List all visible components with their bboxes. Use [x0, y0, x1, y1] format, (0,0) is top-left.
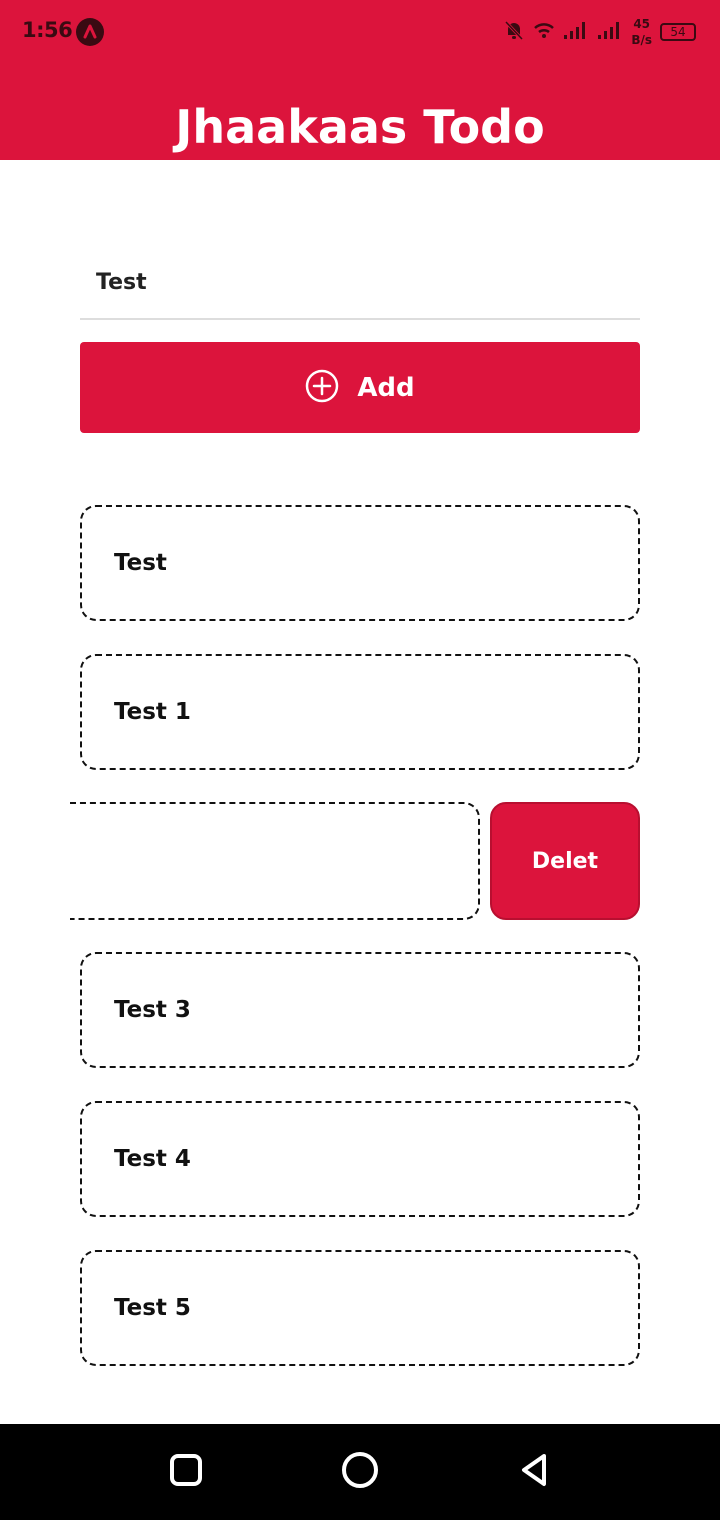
network-speed-value: 45	[633, 17, 651, 31]
network-speed-unit: B/s	[631, 33, 652, 47]
todo-item[interactable]: Test 4	[80, 1101, 640, 1217]
add-button-label: Add	[357, 372, 415, 403]
circle-icon	[340, 1450, 380, 1494]
todo-item[interactable]: Test	[80, 505, 640, 621]
signal-icon-2	[597, 19, 623, 45]
delete-button-label: Delet	[531, 848, 599, 874]
triangle-back-icon	[516, 1452, 552, 1492]
todo-item-text: Test 3	[114, 997, 191, 1023]
status-time: 1:56	[22, 18, 73, 42]
todo-input[interactable]	[80, 246, 640, 320]
delete-button[interactable]: Delet	[490, 802, 640, 920]
todo-item[interactable]: Test 1	[80, 654, 640, 770]
battery-icon: 54	[660, 23, 696, 41]
app-notification-icon	[76, 18, 104, 46]
todo-item[interactable]: Test 3	[80, 952, 640, 1068]
swiped-todo-item[interactable]	[70, 802, 480, 920]
home-button[interactable]	[336, 1448, 384, 1496]
todo-item-text: Test	[114, 550, 167, 576]
plus-circle-icon	[305, 369, 339, 407]
signal-icon-1	[563, 19, 589, 45]
network-speed: 45 B/s	[631, 16, 652, 48]
wifi-icon	[533, 19, 555, 45]
page-title: Jhaakaas Todo	[175, 100, 545, 154]
back-button[interactable]	[510, 1448, 558, 1496]
todo-item-text: Test 1	[114, 699, 191, 725]
status-icons: 45 B/s 54	[503, 14, 696, 50]
todo-item-text: Test 4	[114, 1146, 191, 1172]
mute-bell-icon	[503, 19, 525, 45]
app-header: 1:56 45 B/s 54 Jhaakaas Todo	[0, 0, 720, 160]
todo-item[interactable]: Test 5	[80, 1250, 640, 1366]
add-button[interactable]: Add	[80, 342, 640, 433]
system-nav-bar	[0, 1424, 720, 1520]
square-icon	[168, 1452, 204, 1492]
recents-button[interactable]	[162, 1448, 210, 1496]
battery-level: 54	[670, 25, 686, 39]
todo-item-text: Test 5	[114, 1295, 191, 1321]
